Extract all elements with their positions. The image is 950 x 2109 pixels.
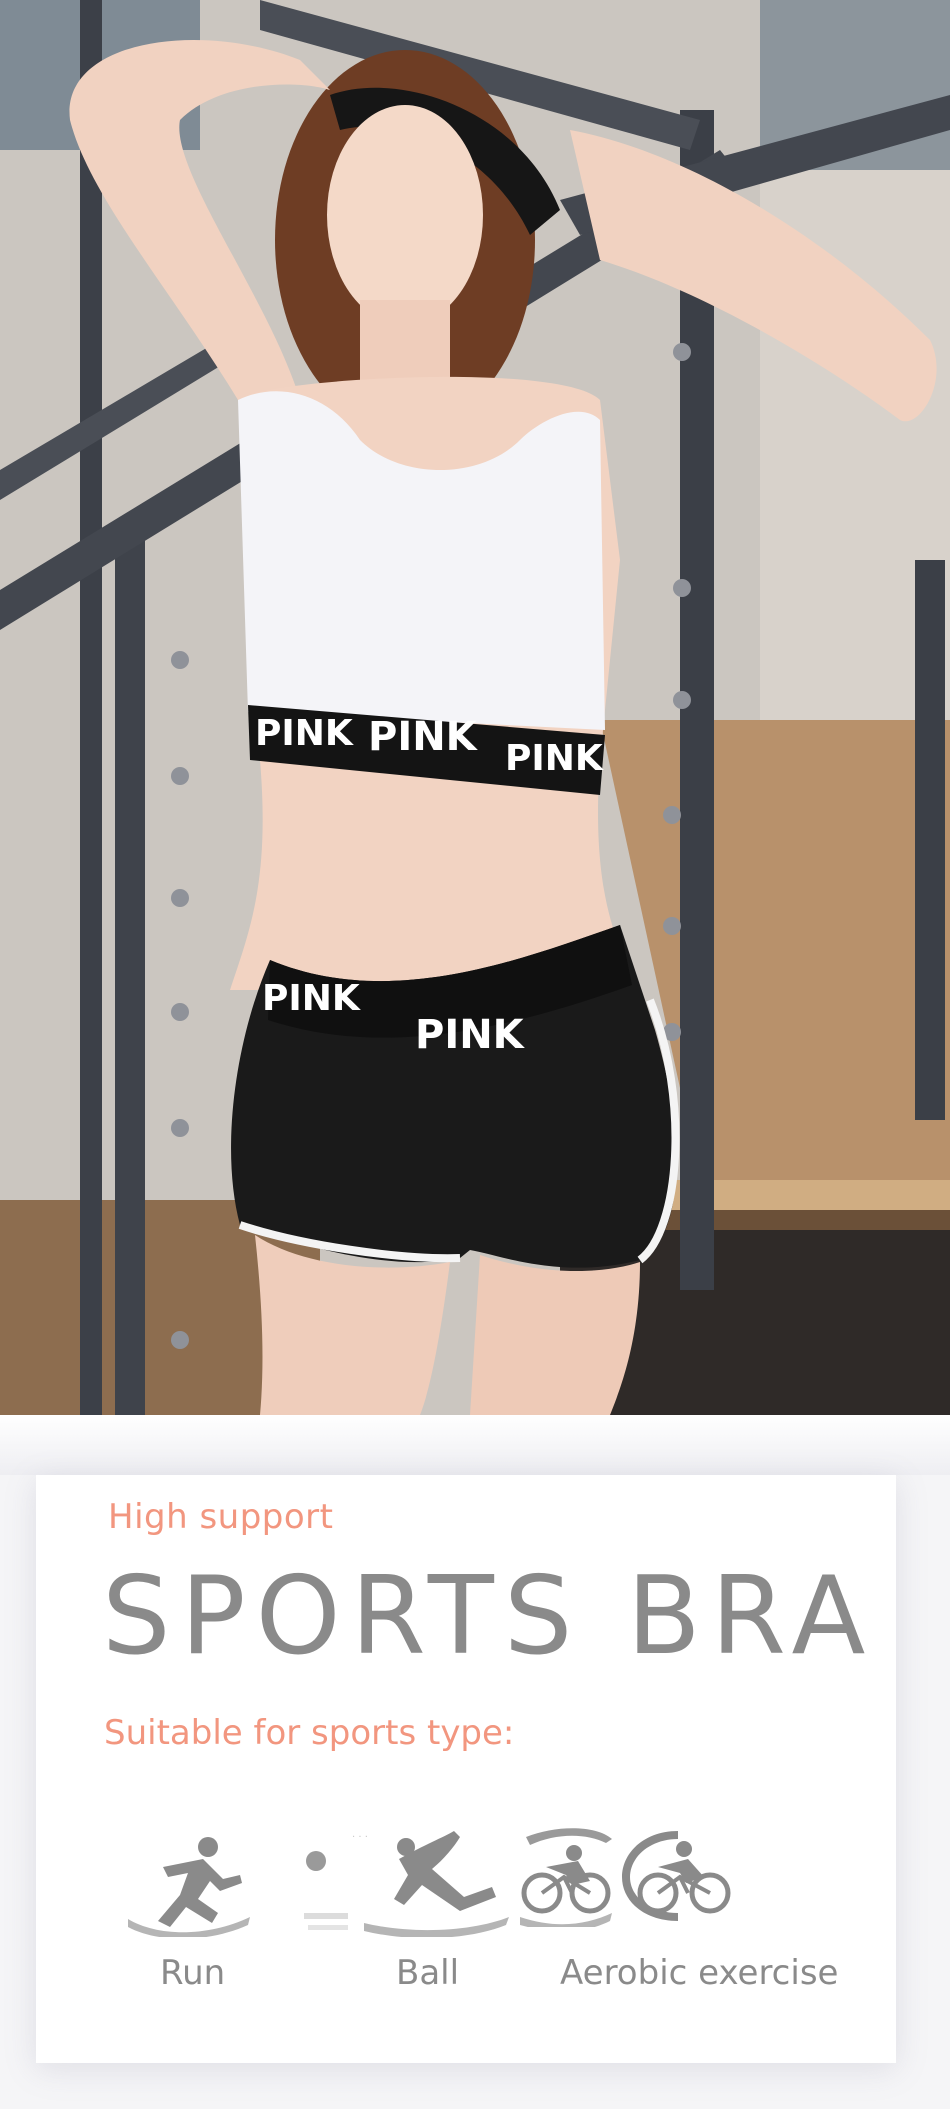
section-divider — [0, 1415, 950, 1475]
cycling-icon — [622, 1831, 731, 1921]
cycling-icon — [520, 1828, 612, 1927]
support-subtitle: High support — [108, 1497, 334, 1537]
sport-label-ball: Ball — [396, 1953, 460, 1993]
running-person-icon — [128, 1837, 250, 1937]
hero-illustration: PINK PINK PINK PINK PINK — [0, 0, 950, 1415]
band-text: PINK — [505, 738, 604, 779]
suitable-sports-label: Suitable for sports type: — [104, 1713, 515, 1753]
hero-photo: PINK PINK PINK PINK PINK — [0, 0, 950, 1415]
product-info-card: High support SPORTS BRA Suitable for spo… — [36, 1475, 896, 2063]
product-title: SPORTS BRA — [102, 1554, 876, 1679]
band-text: PINK — [415, 1012, 526, 1058]
band-text: PINK — [262, 978, 361, 1019]
svg-text:· · ·: · · · — [352, 1832, 368, 1843]
band-text: PINK — [255, 713, 354, 754]
sport-label-run: Run — [160, 1953, 226, 1993]
volleyball-player-icon: · · · — [304, 1831, 509, 1937]
band-text: PINK — [368, 714, 479, 760]
sport-label-aerobic: Aerobic exercise — [560, 1953, 839, 1993]
